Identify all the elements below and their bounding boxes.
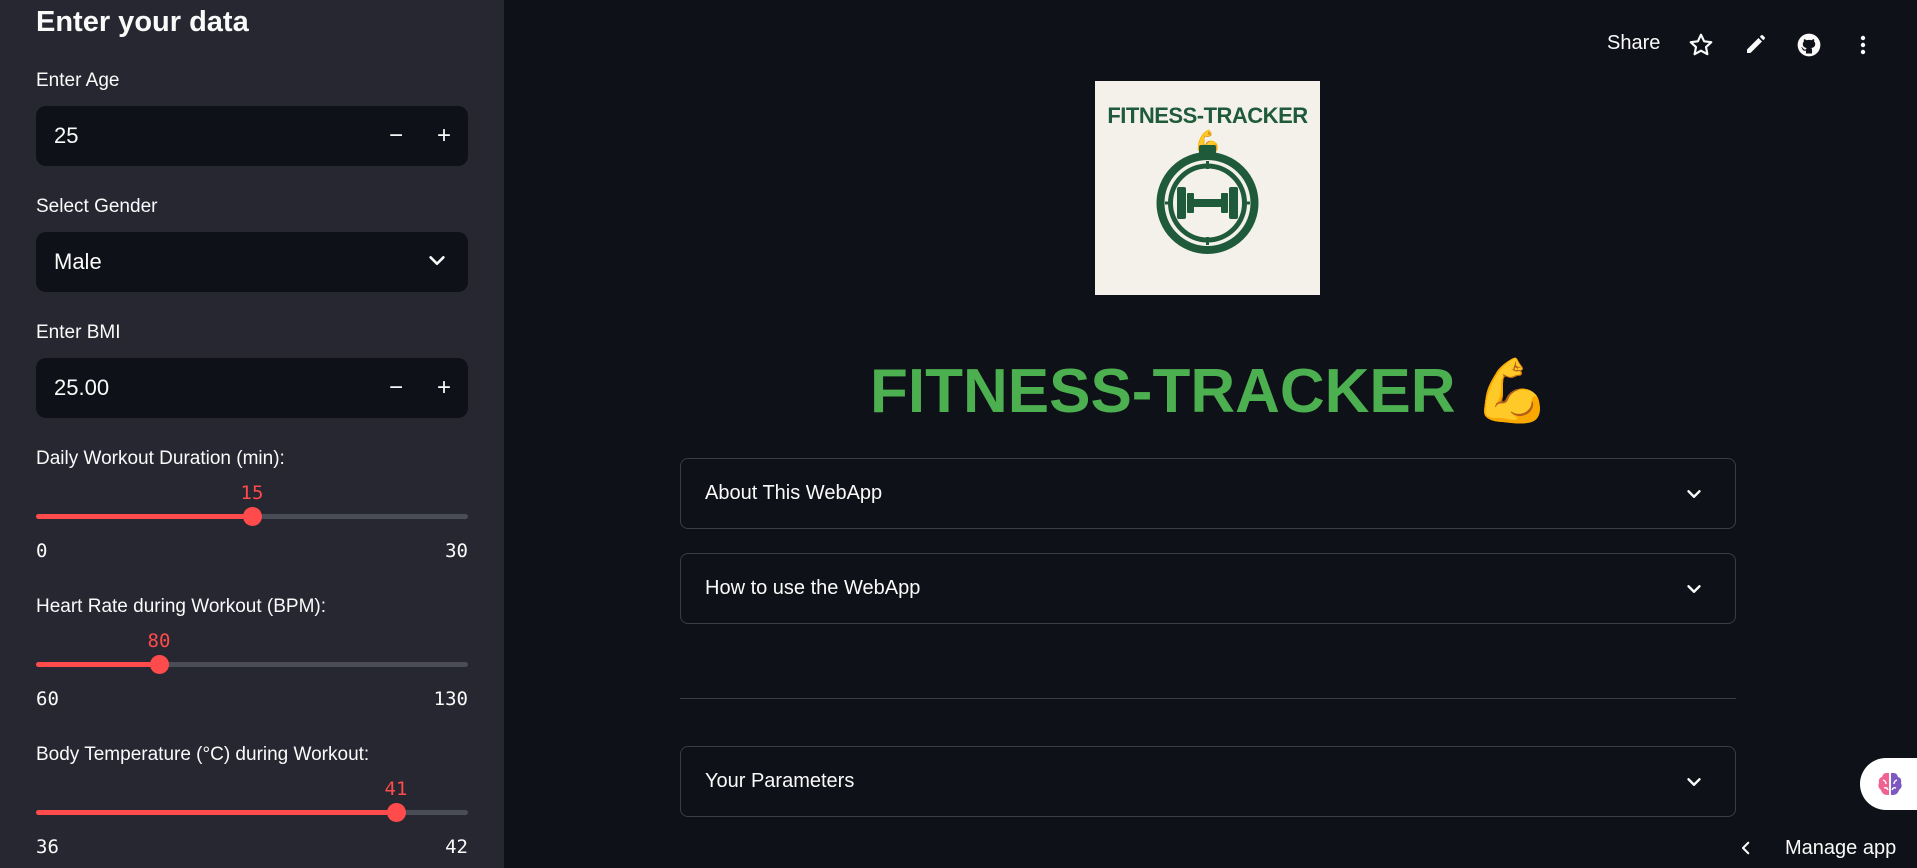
- gender-value: Male: [54, 249, 102, 274]
- slider-min-value: 36: [36, 836, 59, 858]
- expander-your-parameters[interactable]: Your Parameters: [680, 746, 1736, 817]
- body-temp-label: Body Temperature (°C) during Workout:: [36, 744, 370, 765]
- expander-label: Your Parameters: [705, 770, 855, 792]
- age-label: Enter Age: [36, 70, 120, 91]
- slider-max-value: 30: [445, 540, 468, 562]
- slider-current-value: 41: [384, 778, 408, 800]
- gender-label: Select Gender: [36, 196, 158, 217]
- star-icon[interactable]: [1687, 31, 1715, 59]
- bmi-decrement-button[interactable]: −: [376, 368, 416, 408]
- slider-thumb[interactable]: [150, 655, 169, 674]
- expander-label: About This WebApp: [705, 482, 883, 504]
- manage-app-label: Manage app: [1785, 836, 1897, 859]
- age-value[interactable]: 25: [54, 123, 78, 149]
- app-logo: FITNESS-TRACKER💪: [1095, 81, 1320, 295]
- chevron-down-icon: [1687, 585, 1701, 593]
- expander-label: How to use the WebApp: [705, 577, 921, 599]
- divider: [680, 698, 1736, 699]
- age-input[interactable]: 25 − +: [36, 106, 468, 166]
- slider-current-value: 80: [147, 630, 171, 652]
- stopwatch-dumbbell-icon: [1156, 145, 1259, 254]
- gender-select[interactable]: Male: [36, 232, 468, 292]
- bmi-value[interactable]: 25.00: [54, 375, 109, 401]
- share-button[interactable]: Share: [1607, 32, 1660, 55]
- chevron-down-icon: [1687, 778, 1701, 786]
- age-increment-button[interactable]: +: [424, 116, 464, 156]
- slider-thumb[interactable]: [387, 803, 406, 822]
- chevron-left-icon: [1741, 841, 1750, 855]
- chevron-down-icon: [1687, 490, 1701, 498]
- slider-max-value: 130: [433, 688, 468, 710]
- github-icon[interactable]: [1795, 31, 1823, 59]
- age-decrement-button[interactable]: −: [376, 116, 416, 156]
- slider-fill: [36, 662, 159, 667]
- slider-fill: [36, 810, 396, 815]
- bmi-input[interactable]: 25.00 − +: [36, 358, 468, 418]
- duration-slider[interactable]: 15 0 30: [36, 468, 468, 568]
- heart-rate-slider[interactable]: 80 60 130: [36, 616, 468, 716]
- sidebar-title: Enter your data: [36, 6, 249, 38]
- slider-fill: [36, 514, 252, 519]
- duration-label: Daily Workout Duration (min):: [36, 448, 285, 469]
- pencil-icon[interactable]: [1741, 31, 1769, 59]
- expander-how-to-use[interactable]: How to use the WebApp: [680, 553, 1736, 624]
- slider-current-value: 15: [240, 482, 264, 504]
- expander-about[interactable]: About This WebApp: [680, 458, 1736, 529]
- page-title: FITNESS-TRACKER 💪: [870, 355, 1551, 428]
- heart-rate-label: Heart Rate during Workout (BPM):: [36, 596, 327, 617]
- slider-min-value: 60: [36, 688, 59, 710]
- chevron-down-icon: [429, 256, 445, 266]
- ai-assistant-button[interactable]: [1860, 758, 1917, 810]
- bmi-increment-button[interactable]: +: [424, 368, 464, 408]
- slider-thumb[interactable]: [243, 507, 262, 526]
- more-vertical-icon[interactable]: [1849, 31, 1877, 59]
- slider-max-value: 42: [445, 836, 468, 858]
- bmi-label: Enter BMI: [36, 322, 121, 343]
- body-temp-slider[interactable]: 41 36 42: [36, 764, 468, 864]
- slider-min-value: 0: [36, 540, 48, 562]
- page-title-text: FITNESS-TRACKER: [870, 357, 1456, 426]
- sidebar: Enter your data Enter Age 25 − + Select …: [0, 0, 504, 868]
- manage-app-button[interactable]: Manage app: [1735, 832, 1896, 864]
- flexed-biceps-icon: 💪: [1473, 357, 1551, 426]
- brain-icon: [1878, 772, 1902, 795]
